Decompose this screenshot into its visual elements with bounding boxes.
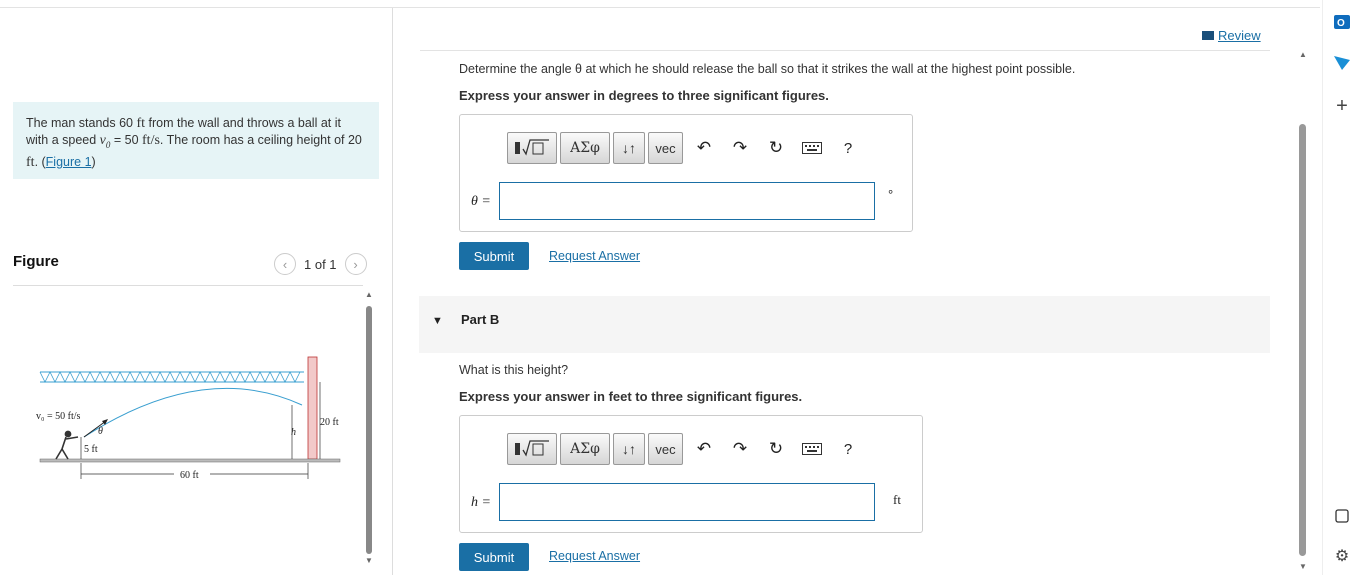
partA-answer-input[interactable]	[499, 182, 875, 220]
scroll-up-icon[interactable]: ▲	[365, 290, 373, 299]
theta-label: θ	[98, 426, 103, 437]
problem-text: . The room has a ceiling height of 20	[159, 133, 362, 147]
partB-instruction: Express your answer in feet to three sig…	[459, 389, 803, 404]
h-label: h	[291, 427, 296, 438]
problem-text: The man stands 60	[26, 116, 137, 130]
partA-question: Determine the angle θ at which he should…	[459, 62, 1076, 76]
keyboard-icon[interactable]	[794, 132, 830, 164]
pager-text: 1 of 1	[304, 256, 337, 272]
undo-icon[interactable]: ↶	[686, 433, 722, 465]
partA-lhs: θ =	[471, 194, 491, 209]
collapse-icon[interactable]: ▼	[432, 315, 443, 327]
vector-button[interactable]: vec	[648, 433, 683, 465]
partA-request-answer-link[interactable]: Request Answer	[549, 249, 640, 263]
figure-scrollbar[interactable]: ▲ ▼	[364, 290, 376, 570]
twenty-ft-label: 20 ft	[320, 417, 339, 428]
unit-fts: ft/s	[142, 133, 160, 148]
figure-link[interactable]: Figure 1	[46, 155, 92, 169]
figure-title: Figure	[13, 253, 59, 270]
subscript-button[interactable]: ↓↑	[613, 132, 645, 164]
problem-text: . (	[34, 154, 46, 169]
unit-ft: ft	[26, 154, 35, 170]
figure-pager: ‹ 1 of 1 ›	[274, 253, 367, 275]
scroll-up-icon[interactable]: ▲	[1299, 50, 1307, 59]
partB-answer-input[interactable]	[499, 483, 875, 521]
math-toolbar: ΑΣφ ↓↑ vec ↶ ↷ ↻ ?	[507, 132, 866, 164]
scroll-thumb[interactable]	[366, 306, 372, 554]
main-scrollbar[interactable]: ▲ ▼	[1297, 50, 1309, 575]
five-ft-label: 5 ft	[84, 444, 98, 455]
scroll-thumb[interactable]	[1299, 124, 1306, 556]
figure-divider	[13, 285, 363, 286]
redo-icon[interactable]: ↷	[722, 132, 758, 164]
greek-symbols-button[interactable]: ΑΣφ	[560, 433, 610, 465]
partB-header[interactable]: ▼ Part B	[419, 296, 1270, 353]
partB-lhs: h =	[471, 495, 491, 510]
partA-unit: °	[888, 187, 894, 202]
undo-icon[interactable]: ↶	[686, 132, 722, 164]
split-screen-icon[interactable]	[1332, 506, 1352, 526]
ground	[39, 458, 341, 463]
svg-text:O: O	[1337, 18, 1345, 29]
review-label: Review	[1218, 28, 1261, 43]
vector-button[interactable]: vec	[648, 132, 683, 164]
panel-divider	[392, 8, 393, 575]
partA-answer-box: ΑΣφ ↓↑ vec ↶ ↷ ↻ ? θ = °	[459, 114, 913, 232]
partB-answer-box: ΑΣφ ↓↑ vec ↶ ↷ ↻ ? h = ft	[459, 415, 923, 533]
problem-text: )	[91, 154, 96, 169]
wall	[307, 356, 318, 460]
book-icon	[1202, 31, 1214, 40]
templates-button[interactable]	[507, 132, 557, 164]
redo-icon[interactable]: ↷	[722, 433, 758, 465]
partB-request-answer-link[interactable]: Request Answer	[549, 549, 640, 563]
figure-diagram: v₀ = 50 ft/s θ 5 ft h 20 ft 60 ft	[36, 356, 341, 481]
partA-instruction: Express your answer in degrees to three …	[459, 88, 829, 103]
settings-gear-icon[interactable]: ⚙	[1332, 546, 1352, 566]
partB-question: What is this height?	[459, 363, 569, 377]
problem-statement: The man stands 60 ft from the wall and t…	[13, 102, 379, 179]
help-icon[interactable]: ?	[830, 433, 866, 465]
add-icon[interactable]: +	[1332, 95, 1352, 117]
templates-button[interactable]	[507, 433, 557, 465]
math-toolbar: ΑΣφ ↓↑ vec ↶ ↷ ↻ ?	[507, 433, 866, 465]
unit-ft: ft	[136, 116, 146, 131]
next-figure-button[interactable]: ›	[344, 253, 367, 275]
v0-symbol: v0	[99, 133, 111, 150]
ceiling	[39, 371, 304, 383]
top-border	[0, 7, 1320, 8]
scroll-down-icon[interactable]: ▼	[1299, 562, 1307, 571]
partB-label: Part B	[461, 312, 500, 327]
reset-icon[interactable]: ↻	[758, 433, 794, 465]
ball-trajectory	[83, 387, 303, 438]
outlook-icon[interactable]: O	[1332, 12, 1352, 32]
send-icon[interactable]	[1332, 52, 1352, 72]
partB-unit: ft	[893, 492, 901, 507]
problem-text: = 50	[110, 133, 143, 147]
header-divider	[420, 50, 1270, 51]
man-figure	[55, 430, 79, 460]
reset-icon[interactable]: ↻	[758, 132, 794, 164]
scroll-down-icon[interactable]: ▼	[365, 556, 373, 565]
subscript-button[interactable]: ↓↑	[613, 433, 645, 465]
browser-sidebar: O + ⚙	[1322, 0, 1360, 575]
v0-label: v₀ = 50 ft/s	[36, 411, 81, 422]
partA-submit-button[interactable]: Submit	[459, 242, 529, 270]
keyboard-icon[interactable]	[794, 433, 830, 465]
help-icon[interactable]: ?	[830, 132, 866, 164]
review-link[interactable]: Review	[1202, 28, 1261, 43]
partB-submit-button[interactable]: Submit	[459, 543, 529, 571]
greek-symbols-button[interactable]: ΑΣφ	[560, 132, 610, 164]
prev-figure-button[interactable]: ‹	[274, 253, 296, 275]
sixty-ft-label: 60 ft	[180, 470, 199, 481]
